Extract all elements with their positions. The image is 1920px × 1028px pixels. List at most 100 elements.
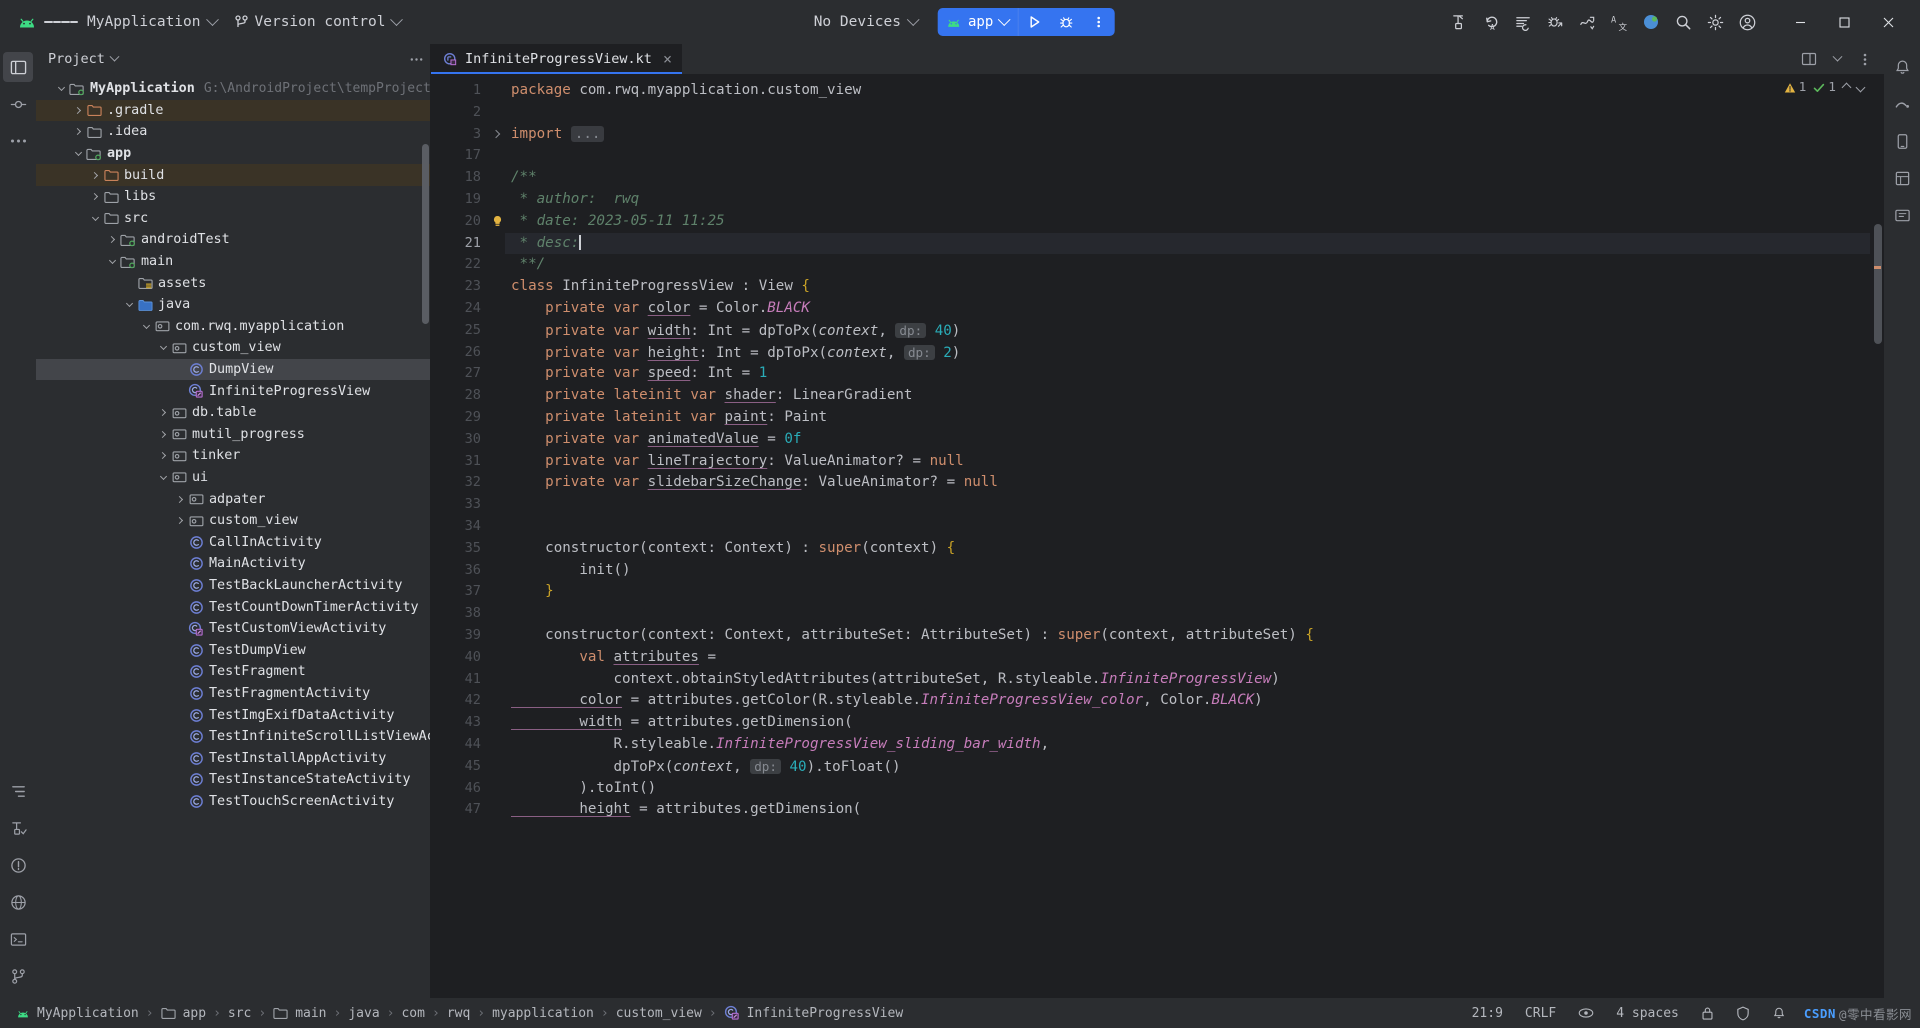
tree-node--gradle[interactable]: .gradle — [36, 99, 430, 122]
code-line[interactable]: private var animatedValue = 0f — [505, 429, 1870, 451]
window-maximize-button[interactable] — [1822, 6, 1866, 38]
terminal-tool-icon[interactable] — [3, 924, 33, 954]
tree-node-infiniteprogressview[interactable]: InfiniteProgressView — [36, 380, 430, 402]
inspections-icon[interactable] — [1732, 1004, 1754, 1023]
code-line[interactable]: width = attributes.getDimension( — [505, 712, 1870, 734]
run-configuration-selector[interactable]: app — [938, 8, 1019, 36]
code-line[interactable]: * desc: — [505, 232, 1870, 255]
layout-inspector-icon[interactable] — [1887, 163, 1917, 193]
fold-gutter[interactable] — [489, 74, 505, 998]
version-control-tool-icon[interactable] — [3, 961, 33, 991]
code-line[interactable]: /** — [505, 167, 1870, 189]
chevron-right-icon[interactable] — [173, 514, 187, 528]
code-line[interactable]: } — [505, 581, 1870, 603]
breadcrumb-item-app[interactable]: app — [155, 1004, 212, 1023]
code-line[interactable]: height = attributes.getDimension( — [505, 799, 1870, 821]
tree-node-testbacklauncheractivity[interactable]: TestBackLauncherActivity — [36, 575, 430, 597]
lock-icon[interactable] — [1697, 1004, 1718, 1023]
account-avatar-icon[interactable] — [1636, 7, 1666, 37]
tree-node-testimgexifdataactivity[interactable]: TestImgExifDataActivity — [36, 704, 430, 726]
chevron-right-icon[interactable] — [88, 168, 102, 182]
tree-node-java[interactable]: java — [36, 294, 430, 316]
project-tree[interactable]: MyApplication G:\AndroidProject\tempProje… — [36, 74, 430, 998]
code-line[interactable]: R.styleable.InfiniteProgressView_sliding… — [505, 734, 1870, 756]
check-count[interactable]: 1 — [1813, 80, 1836, 95]
editor-marker-bar[interactable] — [1870, 74, 1884, 998]
tree-node-adpater[interactable]: adpater — [36, 488, 430, 510]
tree-node-build[interactable]: build — [36, 164, 430, 186]
tree-node-dumpview[interactable]: DumpView — [36, 358, 430, 381]
chevron-down-icon[interactable] — [156, 341, 170, 355]
chevron-right-icon[interactable] — [105, 233, 119, 247]
tree-node-androidtest[interactable]: androidTest — [36, 229, 430, 251]
commit-tool-icon[interactable] — [3, 89, 33, 119]
tree-node-tinker[interactable]: tinker — [36, 445, 430, 467]
tree-node-mainactivity[interactable]: MainActivity — [36, 553, 430, 575]
intention-bulb-icon[interactable] — [489, 211, 505, 233]
tree-node-testtouchscreenactivity[interactable]: TestTouchScreenActivity — [36, 791, 430, 813]
code-content[interactable]: package com.rwq.myapplication.custom_vie… — [505, 74, 1870, 998]
emulator-icon[interactable] — [1887, 200, 1917, 230]
device-selector[interactable]: No Devices — [806, 10, 926, 34]
code-line[interactable]: class InfiniteProgressView : View { — [505, 276, 1870, 298]
chevron-right-icon[interactable] — [71, 125, 85, 139]
editor-options-icon[interactable] — [1824, 46, 1850, 72]
project-tool-icon[interactable] — [3, 52, 33, 82]
code-line[interactable] — [505, 145, 1870, 167]
breadcrumb-item-src[interactable]: src — [222, 1004, 257, 1023]
code-line[interactable]: constructor(context: Context) : super(co… — [505, 538, 1870, 560]
tree-node-src[interactable]: src — [36, 208, 430, 230]
eye-icon[interactable] — [1574, 1005, 1598, 1021]
indent-setting[interactable]: 4 spaces — [1612, 1004, 1683, 1023]
breadcrumb-item-myapplication[interactable]: myapplication — [486, 1004, 600, 1023]
tree-node-testdumpview[interactable]: TestDumpView — [36, 639, 430, 661]
chevron-down-icon[interactable] — [109, 51, 120, 62]
chevron-down-icon[interactable] — [122, 298, 136, 312]
tree-node-callinactivity[interactable]: CallInActivity — [36, 531, 430, 553]
code-line[interactable]: private lateinit var paint: Paint — [505, 407, 1870, 429]
apply-changes-icon[interactable]: A — [1476, 7, 1506, 37]
tree-node-myapplication[interactable]: MyApplication G:\AndroidProject\tempProje… — [36, 78, 430, 100]
tree-node-testinstancestateactivity[interactable]: TestInstanceStateActivity — [36, 769, 430, 791]
breadcrumb-item-com[interactable]: com — [395, 1004, 430, 1023]
tree-node-ui[interactable]: ui — [36, 467, 430, 489]
code-line[interactable]: private var height: Int = dpToPx(context… — [505, 342, 1870, 364]
breadcrumb-item-custom-view[interactable]: custom_view — [610, 1004, 708, 1023]
breadcrumb-item-rwq[interactable]: rwq — [441, 1004, 476, 1023]
code-line[interactable]: ).toInt() — [505, 778, 1870, 800]
chevron-right-icon[interactable] — [156, 406, 170, 420]
translate-icon[interactable]: A文 — [1604, 7, 1634, 37]
tree-node-main[interactable]: main — [36, 251, 430, 273]
breadcrumb-item-infiniteprogressview[interactable]: InfiniteProgressView — [718, 1003, 910, 1023]
chevron-down-icon[interactable] — [105, 255, 119, 269]
split-editor-icon[interactable] — [1796, 46, 1822, 72]
tree-node-db-table[interactable]: db.table — [36, 402, 430, 424]
breadcrumb-item-myapplication[interactable]: MyApplication — [10, 1004, 145, 1023]
code-line[interactable]: private var width: Int = dpToPx(context,… — [505, 320, 1870, 342]
code-line[interactable]: private var slidebarSizeChange: ValueAni… — [505, 472, 1870, 494]
debug-button[interactable] — [1050, 8, 1082, 36]
tree-node-custom-view[interactable]: custom_view — [36, 337, 430, 359]
line-separator[interactable]: CRLF — [1521, 1004, 1560, 1023]
tree-node-testcountdowntimeractivity[interactable]: TestCountDownTimerActivity — [36, 596, 430, 618]
app-quality-icon[interactable] — [3, 887, 33, 917]
chevron-down-icon[interactable] — [156, 470, 170, 484]
tree-node-testfragment[interactable]: TestFragment — [36, 661, 430, 683]
breadcrumb-item-main[interactable]: main — [267, 1004, 332, 1023]
run-button[interactable] — [1018, 8, 1050, 36]
panel-options-icon[interactable] — [409, 52, 424, 67]
close-icon[interactable]: × — [663, 50, 672, 68]
breadcrumb-item-java[interactable]: java — [342, 1004, 385, 1023]
code-line[interactable]: private var lineTrajectory: ValueAnimato… — [505, 451, 1870, 473]
search-everywhere-icon[interactable] — [1668, 7, 1698, 37]
code-line[interactable]: * author: rwq — [505, 189, 1870, 211]
chevron-down-icon[interactable] — [54, 82, 68, 96]
more-tool-icon[interactable] — [3, 126, 33, 156]
settings-gear-icon[interactable] — [1700, 7, 1730, 37]
chevron-down-icon[interactable] — [1855, 82, 1866, 93]
code-line[interactable]: color = attributes.getColor(R.styleable.… — [505, 690, 1870, 712]
project-selector[interactable]: MyApplication — [78, 8, 226, 36]
code-line[interactable] — [505, 516, 1870, 538]
code-line[interactable]: package com.rwq.myapplication.custom_vie… — [505, 80, 1870, 102]
build-project-icon[interactable] — [1444, 7, 1474, 37]
